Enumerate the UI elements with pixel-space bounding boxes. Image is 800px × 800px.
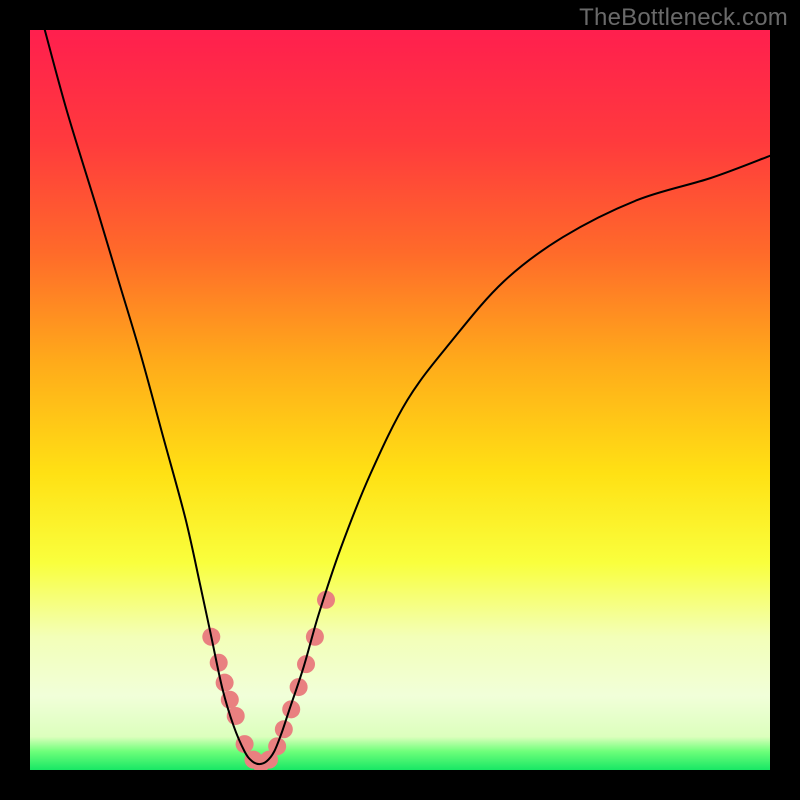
plot-area <box>30 30 770 770</box>
data-point <box>216 674 234 692</box>
watermark-text: TheBottleneck.com <box>579 4 788 32</box>
chart-svg <box>30 30 770 770</box>
gradient-background <box>30 30 770 770</box>
chart-frame: TheBottleneck.com <box>0 0 800 800</box>
